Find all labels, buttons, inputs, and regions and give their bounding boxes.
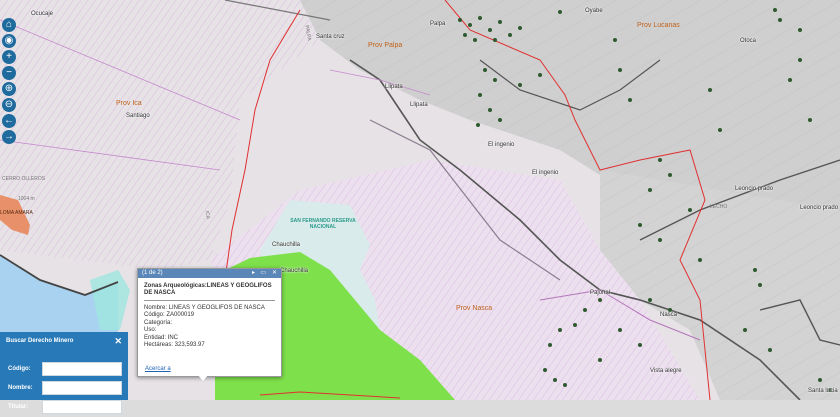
popup-page-indicator: (1 de 2): [142, 270, 163, 276]
home-icon[interactable]: ⌂: [2, 18, 16, 32]
back-arrow-icon[interactable]: ←: [2, 114, 16, 128]
reserve-label: SAN FERNANDO RESERVA NACIONAL: [290, 218, 356, 230]
place-label: Santa cruz: [316, 34, 345, 40]
place-label: El ingenio: [488, 142, 515, 148]
place-label: Llipata: [410, 102, 428, 108]
hill-label: LOMA AMARA: [0, 210, 33, 216]
province-label: Prov Ica: [116, 100, 142, 107]
zoom-box-out-icon[interactable]: ⊖: [2, 98, 16, 112]
place-label: Leoncio prado: [800, 205, 839, 211]
province-label: Prov Lucanas: [637, 22, 680, 29]
field-entidad: Entidad: INC: [144, 334, 179, 341]
titular-row: Titular:: [0, 398, 128, 417]
place-label: Otoca: [740, 38, 757, 44]
popup-title: Zonas Arqueológicas:LINEAS Y GEOGLIFOS D…: [144, 283, 272, 296]
codigo-input[interactable]: [42, 362, 122, 376]
popup-divider: [144, 300, 275, 301]
nombre-row: Nombre:: [0, 379, 128, 398]
map-toolbar: ⌂ ◉ + − ⊕ ⊖ ← →: [2, 18, 16, 146]
province-label: Prov Nasca: [456, 305, 493, 312]
zoom-out-icon[interactable]: −: [2, 66, 16, 80]
elevation-label: 1004 m: [18, 196, 35, 202]
district-label: LECHO: [710, 204, 728, 210]
place-label: El ingenio: [532, 170, 559, 176]
place-label: Chauchilla: [272, 242, 301, 248]
place-label: Llipata: [385, 84, 403, 90]
feature-popup: (1 de 2) ▸ ▭ ✕ Zonas Arqueológicas:LINEA…: [137, 268, 282, 377]
district-label: ICA: [203, 210, 211, 220]
codigo-label: Código:: [8, 366, 31, 372]
place-label: Ocucaje: [31, 11, 54, 17]
place-label: Oyabe: [585, 8, 603, 14]
forward-arrow-icon[interactable]: →: [2, 130, 16, 144]
place-label: Pajonal: [590, 290, 611, 296]
place-label: Santiago: [126, 113, 150, 119]
place-label: Nasca: [660, 312, 678, 318]
locate-icon[interactable]: ◉: [2, 34, 16, 48]
search-panel: Buscar Derecho Minero ✕ Código: Nombre: …: [0, 332, 128, 414]
place-label: Leoncio prado: [735, 186, 774, 192]
nombre-label: Nombre:: [8, 385, 33, 391]
field-codigo: Código: ZA000019: [144, 312, 195, 319]
zoom-to-link[interactable]: Acercar a: [145, 366, 171, 372]
panel-title: Buscar Derecho Minero: [6, 338, 74, 344]
panel-header: Buscar Derecho Minero ✕: [0, 332, 128, 350]
hill-label: CERRO OLLEROS: [2, 176, 46, 182]
nombre-input[interactable]: [42, 381, 122, 395]
titular-label: Titular:: [8, 404, 29, 410]
titular-input[interactable]: [42, 400, 122, 414]
popup-pointer: [197, 374, 209, 381]
place-label: Vista alegre: [650, 368, 682, 374]
field-hectareas: Hectáreas: 323,593.97: [144, 342, 205, 349]
place-label: Chauchilla: [280, 268, 309, 274]
maximize-icon[interactable]: ▭: [260, 269, 266, 278]
province-label: Prov Palpa: [368, 42, 403, 49]
field-categoria: Categoría:: [144, 319, 173, 326]
popup-header: (1 de 2) ▸ ▭ ✕: [138, 269, 281, 278]
close-icon[interactable]: ✕: [272, 269, 277, 278]
place-label: Palpa: [430, 21, 446, 27]
codigo-row: Código:: [0, 360, 128, 379]
zoom-in-icon[interactable]: +: [2, 50, 16, 64]
zoom-box-in-icon[interactable]: ⊕: [2, 82, 16, 96]
place-label: Santa lucia: [808, 388, 838, 394]
next-feature-icon[interactable]: ▸: [252, 269, 255, 278]
field-uso: Uso:: [144, 327, 157, 334]
close-icon[interactable]: ✕: [114, 336, 122, 347]
field-nombre: Nombre: LINEAS Y GEOGLIFOS DE NASCA: [144, 305, 265, 311]
